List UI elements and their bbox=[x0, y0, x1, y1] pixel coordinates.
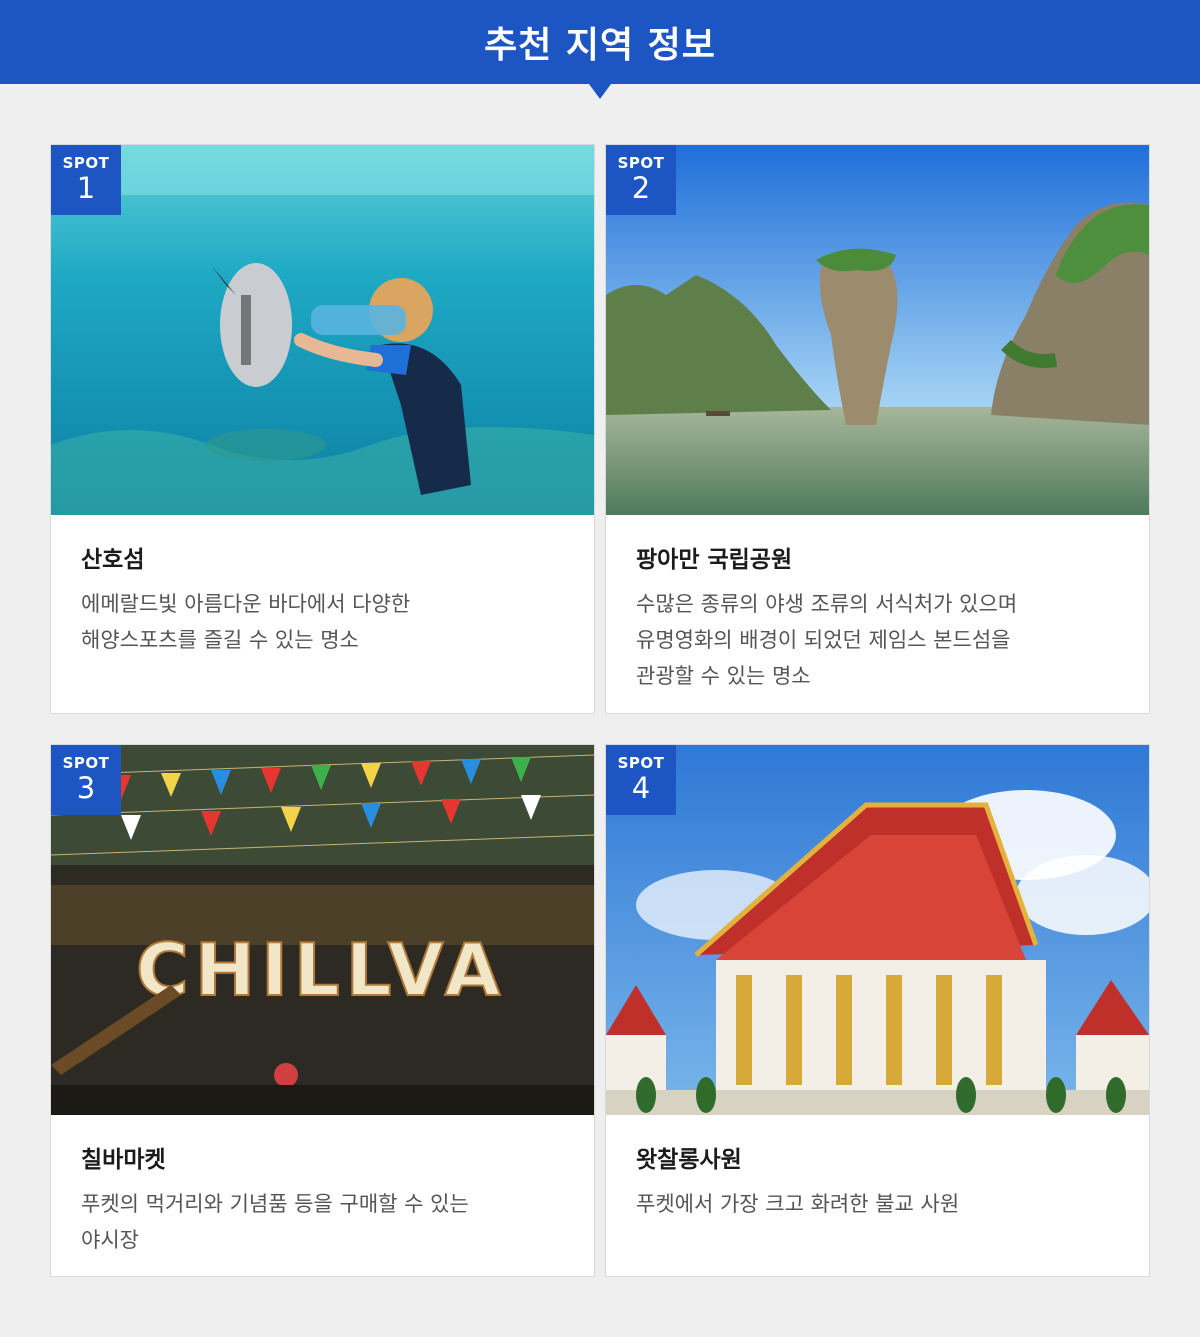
spot-badge-label: SPOT bbox=[617, 754, 665, 772]
spot-description: 푸켓에서 가장 크고 화려한 불교 사원 bbox=[636, 1186, 1129, 1222]
spot-title: 팡아만 국립공원 bbox=[636, 547, 793, 573]
spot-badge: SPOT 4 bbox=[606, 745, 676, 815]
spot-title: 칠바마켓 bbox=[81, 1147, 166, 1173]
spot-description: 수많은 종류의 야생 조류의 서식처가 있으며 유명영화의 배경이 되었던 제임… bbox=[636, 586, 1129, 694]
page-title: 추천 지역 정보 bbox=[484, 25, 716, 66]
spot-photo-karst-islands bbox=[606, 145, 1149, 515]
spot-description-line: 유명영화의 배경이 되었던 제임스 본드섬을 bbox=[636, 628, 1011, 652]
spot-title: 산호섬 bbox=[81, 547, 145, 573]
spot-photo-night-market: CHILLVA bbox=[51, 745, 594, 1115]
spot-description-line: 수많은 종류의 야생 조류의 서식처가 있으며 bbox=[636, 592, 1018, 616]
spot-description-line: 푸켓에서 가장 크고 화려한 불교 사원 bbox=[636, 1192, 960, 1216]
spot-description-line: 야시장 bbox=[81, 1228, 139, 1252]
spot-description-line: 푸켓의 먹거리와 기념품 등을 구매할 수 있는 bbox=[81, 1192, 469, 1216]
spot-description-line: 에메랄드빛 아름다운 바다에서 다양한 bbox=[81, 592, 411, 616]
spot-badge-number: 1 bbox=[76, 171, 96, 205]
spot-description-line: 관광할 수 있는 명소 bbox=[636, 664, 811, 688]
chillva-sign-text: CHILLVA bbox=[136, 928, 506, 1012]
spot-badge-label: SPOT bbox=[617, 154, 665, 172]
spot-badge: SPOT 3 bbox=[51, 745, 121, 815]
spot-badge-label: SPOT bbox=[62, 154, 110, 172]
spot-badge-number: 3 bbox=[76, 771, 96, 805]
spot-badge-label: SPOT bbox=[62, 754, 110, 772]
spot-description-line: 해양스포츠를 즐길 수 있는 명소 bbox=[81, 628, 359, 652]
header-pointer-arrow bbox=[589, 84, 611, 99]
spot-badge-number: 4 bbox=[631, 771, 651, 805]
spot-description: 에메랄드빛 아름다운 바다에서 다양한 해양스포츠를 즐길 수 있는 명소 bbox=[81, 586, 574, 658]
spot-photo-snorkeling bbox=[51, 145, 594, 515]
spot-card-phang-nga-bay[interactable]: SPOT 2 팡아만 국립공원 수많은 종류의 야생 조류의 서식처가 있으며 … bbox=[605, 144, 1150, 714]
spot-title: 왓찰롱사원 bbox=[636, 1147, 742, 1173]
spot-badge-number: 2 bbox=[631, 171, 651, 205]
spot-badge: SPOT 2 bbox=[606, 145, 676, 215]
spot-card-chillva-market[interactable]: CHILLVA SPOT 3 칠바마켓 푸켓의 먹거리와 기념품 등을 구매할 … bbox=[50, 744, 595, 1277]
spot-card-wat-chalong[interactable]: SPOT 4 왓찰롱사원 푸켓에서 가장 크고 화려한 불교 사원 bbox=[605, 744, 1150, 1277]
spot-card-coral-island[interactable]: SPOT 1 산호섬 에메랄드빛 아름다운 바다에서 다양한 해양스포츠를 즐길… bbox=[50, 144, 595, 714]
spot-photo-temple bbox=[606, 745, 1149, 1115]
spot-description: 푸켓의 먹거리와 기념품 등을 구매할 수 있는 야시장 bbox=[81, 1186, 574, 1258]
spot-badge: SPOT 1 bbox=[51, 145, 121, 215]
page-header: 추천 지역 정보 bbox=[0, 0, 1200, 84]
